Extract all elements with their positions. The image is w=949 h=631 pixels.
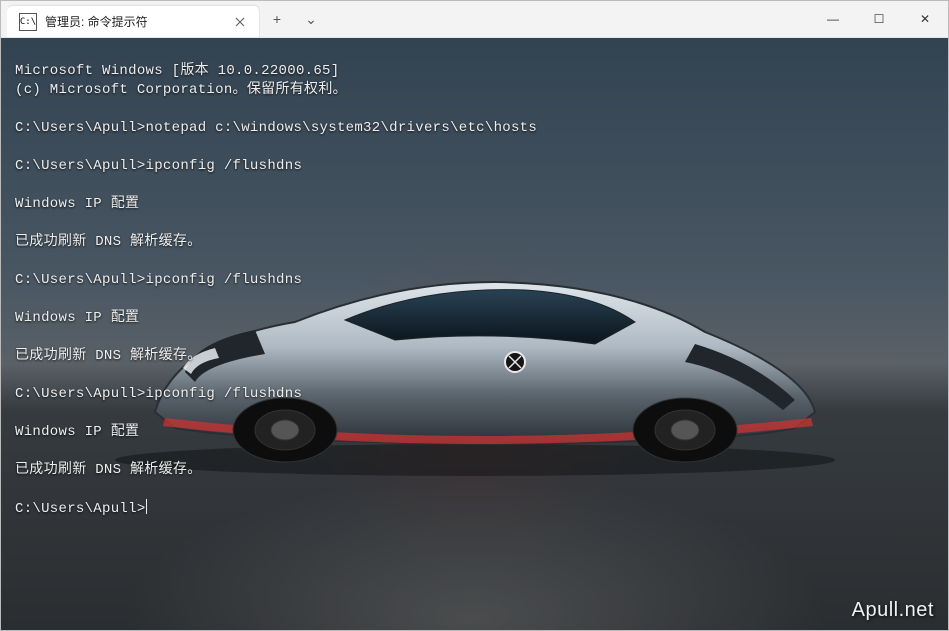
maximize-icon: ☐	[874, 12, 885, 26]
terminal-area[interactable]: Microsoft Windows [版本 10.0.22000.65] (c)…	[1, 38, 948, 630]
titlebar[interactable]: C:\ 管理员: 命令提示符 + ⌄ — ☐ ✕	[1, 1, 948, 38]
tab-dropdown-button[interactable]: ⌄	[294, 1, 328, 37]
terminal-output[interactable]: Microsoft Windows [版本 10.0.22000.65] (c)…	[1, 52, 948, 529]
titlebar-drag-region[interactable]	[328, 1, 810, 37]
app-window: C:\ 管理员: 命令提示符 + ⌄ — ☐ ✕	[0, 0, 949, 631]
new-tab-button[interactable]: +	[260, 1, 294, 37]
cmd-icon: C:\	[19, 13, 37, 31]
text-cursor	[146, 499, 147, 514]
watermark: Apull.net	[852, 599, 934, 622]
close-icon	[235, 17, 245, 27]
terminal-tab[interactable]: C:\ 管理员: 命令提示符	[7, 5, 260, 37]
minimize-icon: —	[827, 12, 839, 26]
tab-close-button[interactable]	[231, 13, 249, 31]
minimize-button[interactable]: —	[810, 1, 856, 37]
tab-title: 管理员: 命令提示符	[45, 13, 223, 30]
chevron-down-icon: ⌄	[305, 11, 317, 28]
close-icon: ✕	[920, 12, 930, 26]
maximize-button[interactable]: ☐	[856, 1, 902, 37]
plus-icon: +	[273, 11, 281, 27]
close-window-button[interactable]: ✕	[902, 1, 948, 37]
